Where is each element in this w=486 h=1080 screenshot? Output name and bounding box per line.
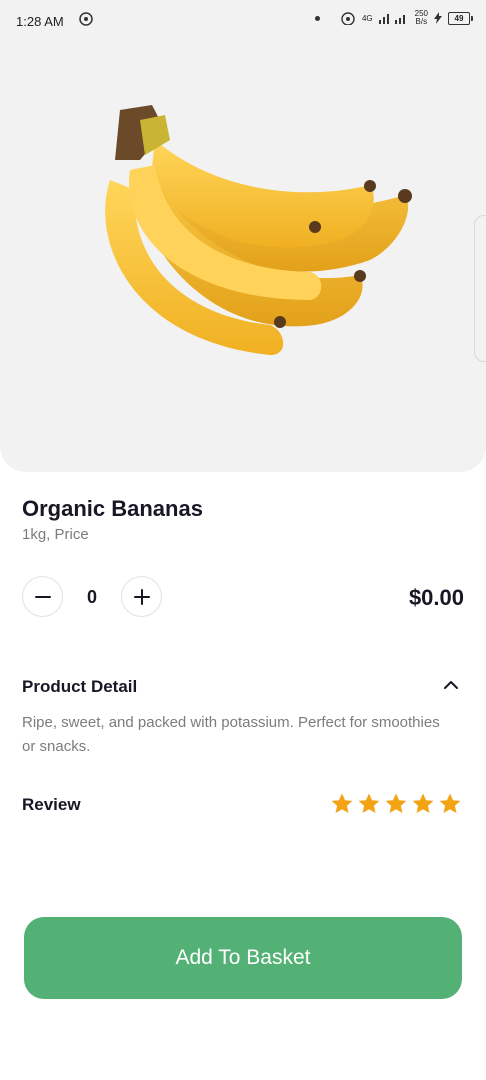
wifi-icon — [341, 12, 355, 25]
status-bar: 1:28 AM 4G 250 B/s 49 — [0, 0, 486, 42]
quantity-value: 0 — [86, 587, 97, 607]
review-stars[interactable] — [330, 792, 462, 816]
signal-icon — [378, 14, 405, 24]
product-unit: 1kg, Price — [22, 526, 89, 543]
minus-icon — [34, 595, 51, 598]
star-icon[interactable] — [438, 792, 462, 816]
product-image-panel — [0, 0, 486, 472]
charging-icon — [434, 12, 442, 24]
star-icon[interactable] — [411, 792, 435, 816]
network-speed-unit: B/s — [415, 17, 428, 26]
product-price: $0.00 — [408, 585, 464, 610]
hotspot-icon — [79, 12, 93, 26]
add-to-basket-button[interactable]: Add To Basket — [24, 917, 462, 999]
product-detail-text: Ripe, sweet, and packed with potassium. … — [22, 714, 440, 755]
carousel-edge — [474, 215, 486, 362]
plus-icon — [133, 588, 150, 605]
product-detail-title: Product Detail — [22, 677, 138, 696]
decrease-quantity-button[interactable] — [22, 576, 63, 617]
network-speed: 250 B/s — [415, 10, 428, 26]
bananas-image — [105, 105, 412, 355]
star-icon[interactable] — [357, 792, 381, 816]
star-icon[interactable] — [384, 792, 408, 816]
star-icon[interactable] — [330, 792, 354, 816]
review-title: Review — [22, 795, 81, 814]
status-time: 1:28 AM — [16, 14, 64, 29]
notification-dot-icon — [314, 15, 320, 21]
product-name: Organic Bananas — [22, 496, 203, 521]
chevron-up-icon[interactable] — [444, 680, 458, 690]
battery-icon: 49 — [448, 11, 473, 25]
status-icons: 4G 250 B/s 49 — [314, 10, 473, 26]
network-type-label: 4G — [361, 13, 373, 23]
increase-quantity-button[interactable] — [121, 576, 162, 617]
